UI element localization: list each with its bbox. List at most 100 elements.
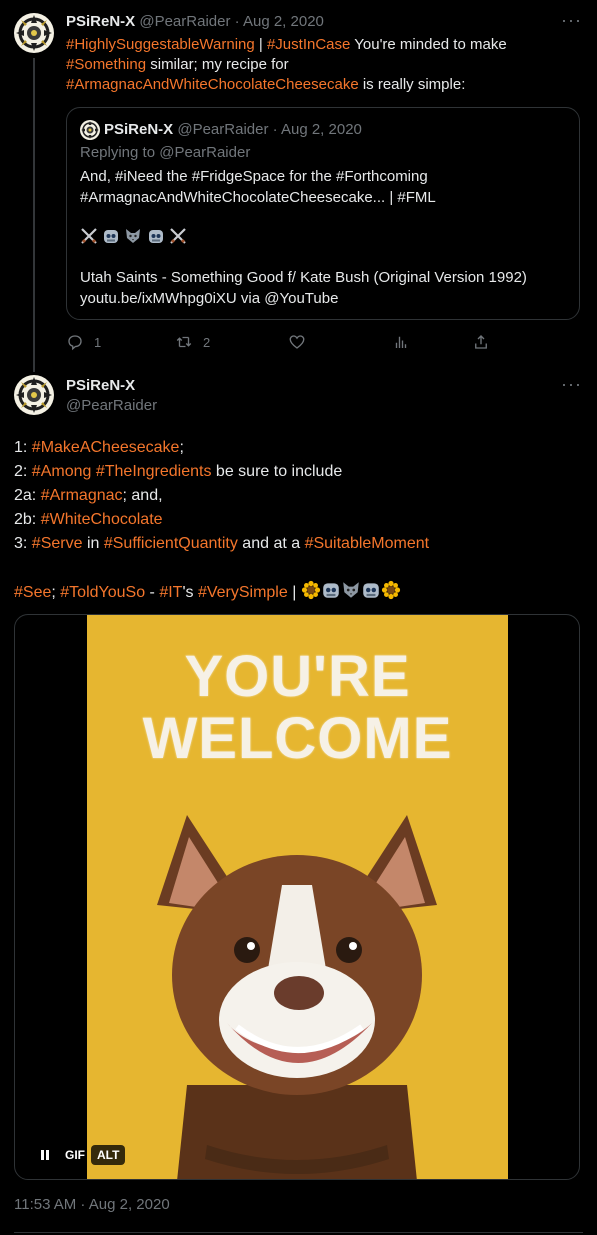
hashtag-link[interactable]: #Something (66, 56, 146, 73)
hashtag-link[interactable]: #JustInCase (267, 36, 350, 53)
hashtag-link[interactable]: #MakeACheesecake (32, 439, 180, 456)
pause-button[interactable] (31, 1145, 59, 1165)
text-segment: 2b: (14, 511, 41, 528)
text-segment: in (82, 535, 104, 552)
text-segment: ; (179, 439, 184, 456)
hashtag-link[interactable]: #SuitableMoment (305, 535, 430, 552)
divider (14, 1232, 583, 1233)
text-segment: 2: (14, 463, 32, 480)
tweet-text-line: 2a: #Armagnac; and, (14, 484, 163, 508)
gif-badge: GIF (65, 1148, 85, 1162)
like-button[interactable] (288, 333, 316, 351)
crossed-swords-icon (80, 227, 98, 251)
quoted-header: PSiReN-X @PearRaider · Aug 2, 2020 (104, 120, 362, 140)
analytics-icon (395, 336, 407, 348)
reply-count: 1 (94, 334, 102, 350)
avatar[interactable] (14, 13, 54, 53)
text-segment: ; (51, 584, 61, 601)
alt-text-button[interactable]: ALT (91, 1145, 126, 1165)
robot-face-icon (147, 227, 165, 251)
text-segment: similar; my recipe for (146, 56, 289, 73)
tweet-text-line: 1: #MakeACheesecake; (14, 436, 184, 460)
hashtag-link[interactable]: #HighlySuggestableWarning (66, 36, 255, 53)
quoted-text-line: And, #iNeed the #FridgeSpace for the #Fo… (80, 168, 428, 185)
author-handle[interactable]: @PearRaider (139, 13, 230, 30)
smiling-dog-image (157, 815, 437, 1179)
text-segment: be sure to include (211, 463, 343, 480)
more-options-button[interactable]: ··· (561, 11, 581, 34)
thread-connector-line (33, 58, 35, 372)
quoted-author-name: PSiReN-X (104, 121, 174, 138)
media-badges: GIF ALT (31, 1145, 126, 1165)
tweet-text-line: 3: #Serve in #SufficientQuantity and at … (14, 532, 429, 556)
retweet-icon (176, 336, 192, 348)
tweet-text-line: 2b: #WhiteChocolate (14, 508, 163, 532)
quoted-author-handle: @PearRaider (177, 121, 269, 138)
replying-to: Replying to @PearRaider (80, 144, 251, 161)
views-button[interactable] (392, 333, 420, 351)
avatar[interactable] (14, 375, 54, 415)
hashtag-link[interactable]: #Among (32, 463, 92, 480)
author-name[interactable]: PSiReN-X (66, 376, 135, 396)
hashtag-link[interactable]: #VerySimple (198, 584, 288, 601)
reply-icon (68, 335, 82, 351)
author-handle[interactable]: @PearRaider (66, 396, 157, 416)
quoted-tweet-card[interactable]: PSiReN-X @PearRaider · Aug 2, 2020 Reply… (66, 107, 580, 320)
share-button[interactable] (472, 333, 500, 351)
more-options-button[interactable]: ··· (561, 375, 581, 398)
reply-button[interactable]: 1 (66, 333, 101, 351)
retweet-button[interactable]: 2 (175, 333, 210, 351)
quoted-text-line: #ArmagnacAndWhiteChocolateCheesecake... … (80, 189, 436, 206)
hashtag-link[interactable]: #WhiteChocolate (41, 511, 163, 528)
header-separator: · (234, 13, 240, 30)
text-segment: 2a: (14, 487, 41, 504)
text-segment: | (287, 584, 301, 601)
hashtag-link[interactable]: #Armagnac (41, 487, 123, 504)
sunflower-icon (381, 580, 401, 608)
tweet-text-line: #Something similar; my recipe for (66, 55, 289, 75)
tweet-date[interactable]: Aug 2, 2020 (243, 13, 324, 30)
text-segment: 3: (14, 535, 32, 552)
quoted-link-line[interactable]: youtu.be/ixMWhpg0iXU via @YouTube (80, 289, 338, 309)
pause-icon (41, 1150, 49, 1160)
hashtag-link[interactable]: #TheIngredients (96, 463, 212, 480)
text-segment: 1: (14, 439, 32, 456)
gif-frame: YOU'RE WELCOME (87, 615, 508, 1179)
text-segment: ; and, (122, 487, 163, 504)
text-segment: 's (182, 584, 198, 601)
quoted-text-line: Utah Saints - Something Good f/ Kate Bus… (80, 269, 527, 286)
wolf-face-icon (341, 580, 361, 608)
text-segment: You're minded to make (350, 36, 507, 53)
heart-icon (289, 335, 305, 349)
quoted-date: Aug 2, 2020 (280, 121, 362, 138)
hashtag-link[interactable]: #See (14, 584, 51, 601)
sunflower-icon (301, 580, 321, 608)
crossed-swords-icon (169, 227, 187, 251)
hashtag-link[interactable]: #ArmagnacAndWhiteChocolateCheesecake (66, 76, 359, 93)
text-segment: is really simple: (358, 76, 466, 93)
wolf-face-icon (124, 227, 142, 251)
gif-media[interactable]: YOU'RE WELCOME GIF ALT (14, 614, 580, 1180)
tweet-text-line: #HighlySuggestableWarning | #JustInCase … (66, 35, 507, 55)
emoji-row (80, 227, 187, 251)
text-segment: | (254, 36, 267, 53)
hashtag-link[interactable]: #Serve (32, 535, 83, 552)
share-icon (475, 335, 487, 349)
robot-face-icon (321, 580, 341, 608)
tweet-timestamp[interactable]: 11:53 AM · Aug 2, 2020 (14, 1196, 170, 1213)
author-name[interactable]: PSiReN-X (66, 13, 135, 30)
quoted-avatar (80, 120, 100, 140)
robot-face-icon (102, 227, 120, 251)
tweet-text-line: #See; #ToldYouSo - #IT's #VerySimple | (14, 580, 401, 608)
retweet-count: 2 (203, 334, 211, 350)
text-segment: - (145, 584, 160, 601)
hashtag-link[interactable]: #ToldYouSo (60, 584, 145, 601)
header-separator: · (272, 121, 278, 138)
tweet-text-line: #ArmagnacAndWhiteChocolateCheesecake is … (66, 75, 465, 95)
robot-face-icon (361, 580, 381, 608)
tweet-header: PSiReN-X @PearRaider · Aug 2, 2020 (66, 12, 324, 32)
hashtag-link[interactable]: #IT (159, 584, 182, 601)
hashtag-link[interactable]: #SufficientQuantity (104, 535, 238, 552)
tweet-actions: 1 2 (66, 333, 506, 353)
tweet-text-line: 2: #Among #TheIngredients be sure to inc… (14, 460, 342, 484)
